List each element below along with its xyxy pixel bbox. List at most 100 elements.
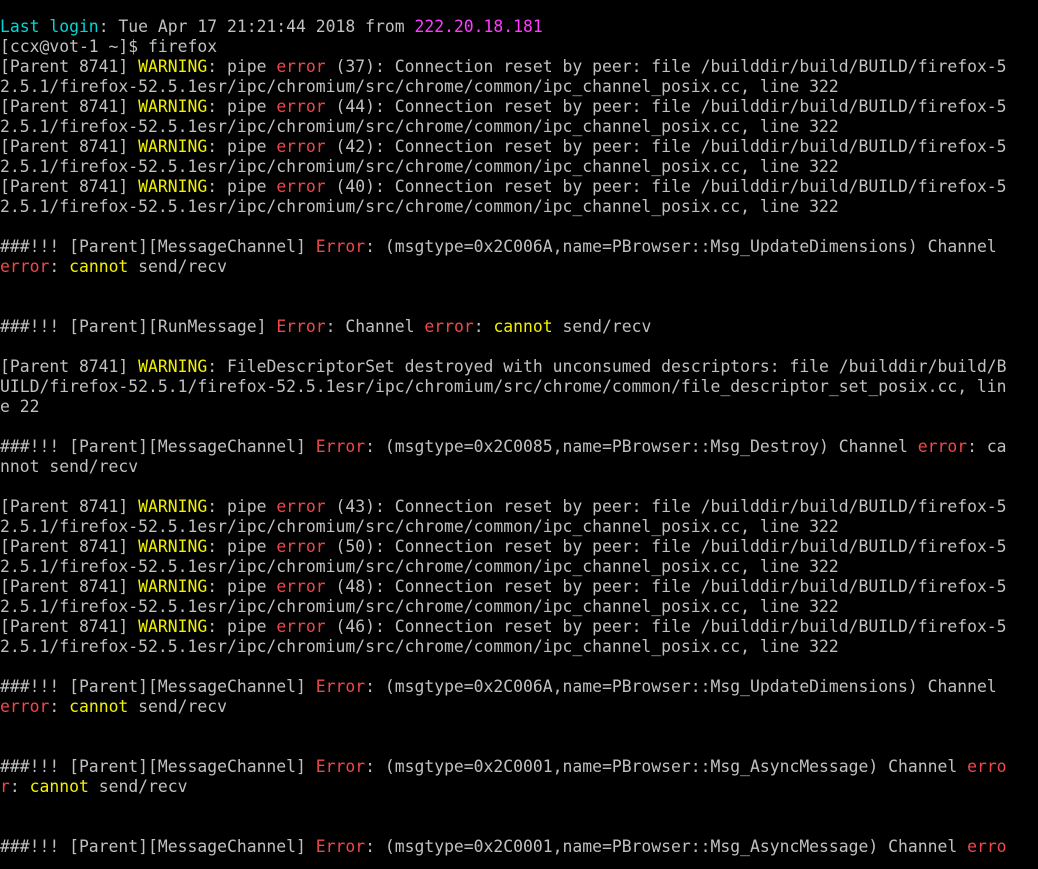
terminal-text: : FileDescriptorSet destroyed with uncon… [207,357,1007,376]
terminal-text: (46): Connection reset by peer: file /bu… [325,617,1007,636]
terminal-text: (43): Connection reset by peer: file /bu… [325,497,1007,516]
terminal-line: 2.5.1/firefox-52.5.1esr/ipc/chromium/src… [0,197,1038,217]
terminal-text: send/recv [128,257,227,276]
terminal-text: error [276,57,326,76]
terminal-line: 2.5.1/firefox-52.5.1esr/ipc/chromium/src… [0,597,1038,617]
terminal-text: (48): Connection reset by peer: file /bu… [325,577,1007,596]
terminal-line: [Parent 8741] WARNING: pipe error (43): … [0,497,1038,517]
terminal-text: ###!!! [Parent][MessageChannel] [0,237,316,256]
terminal-text: 2.5.1/firefox-52.5.1esr/ipc/chromium/src… [0,157,839,176]
terminal-text: : [49,697,70,716]
terminal-text: ###!!! [Parent][MessageChannel] [0,437,316,456]
terminal-text: [ccx@vot-1 ~]$ firefox [0,37,218,56]
terminal-text: WARNING [138,357,208,376]
terminal-text: : pipe [207,537,277,556]
terminal-text: WARNING [138,57,208,76]
terminal-text: Error [276,317,326,336]
terminal-line: 2.5.1/firefox-52.5.1esr/ipc/chromium/src… [0,157,1038,177]
terminal-text: [Parent 8741] [0,97,139,116]
terminal-text: (40): Connection reset by peer: file /bu… [325,177,1007,196]
terminal-text: cannot [69,257,129,276]
terminal-text: Last login [0,17,99,36]
terminal-text: : pipe [207,617,277,636]
terminal-text: send/recv [552,317,652,336]
terminal-text: 2.5.1/firefox-52.5.1esr/ipc/chromium/src… [0,197,839,216]
terminal-text: Error [315,677,366,696]
terminal-line: ###!!! [Parent][MessageChannel] Error: (… [0,677,1038,697]
terminal-text: WARNING [138,537,208,556]
terminal-text: UILD/firefox-52.5.1/firefox-52.5.1esr/ip… [0,377,1007,396]
terminal-text: [Parent 8741] [0,577,139,596]
terminal-output[interactable]: Last login: Tue Apr 17 21:21:44 2018 fro… [0,0,1038,869]
terminal-text: r [0,777,10,796]
terminal-text: : Tue Apr 17 21:21:44 2018 from [98,17,415,36]
terminal-text: WARNING [138,97,208,116]
terminal-text: 2.5.1/firefox-52.5.1esr/ipc/chromium/src… [0,77,839,96]
terminal-text: 222.20.18.181 [414,17,543,36]
terminal-text: [Parent 8741] [0,497,139,516]
terminal-text: cannot [29,777,89,796]
terminal-text: : Channel [325,317,425,336]
terminal-text: send/recv [88,777,188,796]
terminal-line: 2.5.1/firefox-52.5.1esr/ipc/chromium/src… [0,117,1038,137]
terminal-line: ###!!! [Parent][MessageChannel] Error: (… [0,437,1038,457]
terminal-text: ###!!! [Parent][RunMessage] [0,317,277,336]
terminal-line: 2.5.1/firefox-52.5.1esr/ipc/chromium/src… [0,557,1038,577]
terminal-text: : pipe [207,177,277,196]
terminal-text: erro [967,757,1007,776]
terminal-text: [Parent 8741] [0,617,139,636]
terminal-text: e 22 [0,397,40,416]
terminal-line: [Parent 8741] WARNING: pipe error (48): … [0,577,1038,597]
terminal-text: : pipe [207,137,277,156]
terminal-text: (50): Connection reset by peer: file /bu… [325,537,1007,556]
terminal-text: cannot [493,317,553,336]
terminal-text: [Parent 8741] [0,357,139,376]
terminal-line: [Parent 8741] WARNING: pipe error (50): … [0,537,1038,557]
terminal-text: error [276,617,326,636]
terminal-line: ###!!! [Parent][MessageChannel] Error: (… [0,757,1038,777]
terminal-text: : (msgtype=0x2C006A,name=PBrowser::Msg_U… [365,677,1007,696]
terminal-text: : (msgtype=0x2C0085,name=PBrowser::Msg_D… [365,437,918,456]
terminal-line: [Parent 8741] WARNING: pipe error (37): … [0,57,1038,77]
terminal-line: [Parent 8741] WARNING: pipe error (44): … [0,97,1038,117]
terminal-text: error [0,257,50,276]
terminal-text: error [276,97,326,116]
terminal-text: [Parent 8741] [0,177,139,196]
terminal-text: : ca [967,437,1007,456]
terminal-text: 2.5.1/firefox-52.5.1esr/ipc/chromium/src… [0,557,839,576]
terminal-text: 2.5.1/firefox-52.5.1esr/ipc/chromium/src… [0,517,839,536]
terminal-text: : (msgtype=0x2C006A,name=PBrowser::Msg_U… [365,237,1007,256]
terminal-text: : [49,257,70,276]
terminal-text: cannot [69,697,129,716]
terminal-text: 2.5.1/firefox-52.5.1esr/ipc/chromium/src… [0,637,839,656]
terminal-line: [Parent 8741] WARNING: pipe error (40): … [0,177,1038,197]
terminal-text: erro [967,837,1007,856]
terminal-text: WARNING [138,497,208,516]
terminal-line: [Parent 8741] WARNING: FileDescriptorSet… [0,357,1038,377]
terminal-text: error [276,177,326,196]
terminal-text: Error [315,237,366,256]
terminal-text: : [473,317,494,336]
terminal-line: nnot send/recv [0,457,1038,477]
terminal-text: Error [315,837,366,856]
terminal-line: e 22 [0,397,1038,417]
terminal-text: [Parent 8741] [0,537,139,556]
terminal-text: 2.5.1/firefox-52.5.1esr/ipc/chromium/src… [0,597,839,616]
terminal-text: 2.5.1/firefox-52.5.1esr/ipc/chromium/src… [0,117,839,136]
terminal-text: : pipe [207,577,277,596]
terminal-text: WARNING [138,577,208,596]
terminal-text: (44): Connection reset by peer: file /bu… [325,97,1007,116]
terminal-text: error [276,497,326,516]
terminal-line: ###!!! [Parent][RunMessage] Error: Chann… [0,317,1038,337]
terminal-line: 2.5.1/firefox-52.5.1esr/ipc/chromium/src… [0,517,1038,537]
terminal-text: WARNING [138,617,208,636]
terminal-line: 2.5.1/firefox-52.5.1esr/ipc/chromium/src… [0,637,1038,657]
